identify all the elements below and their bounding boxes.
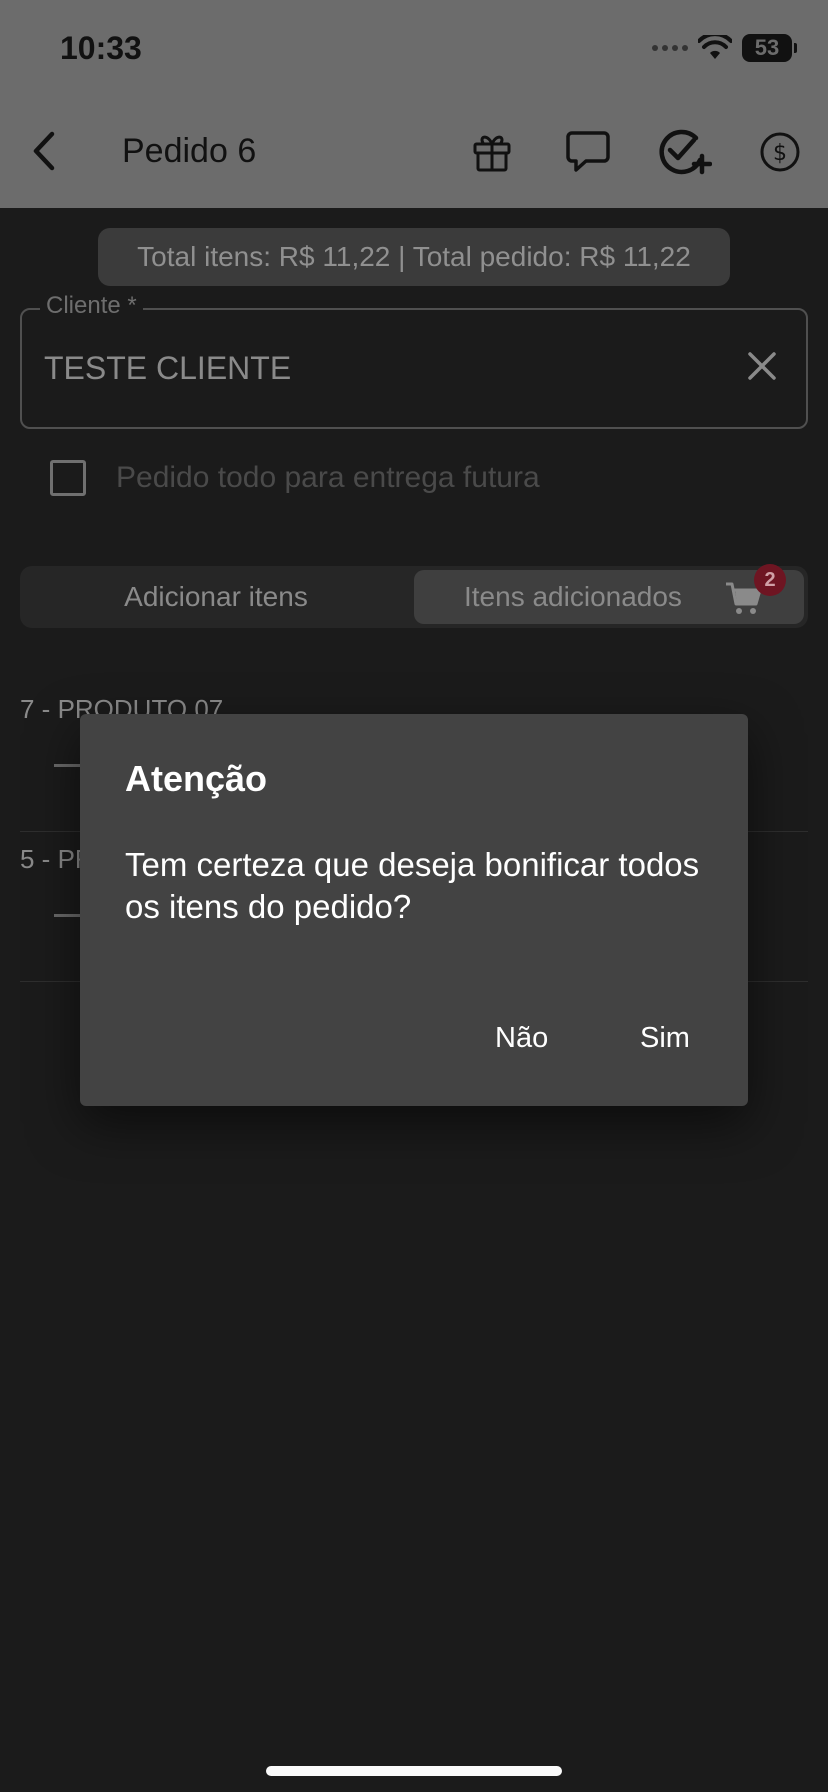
battery-icon: 53 xyxy=(742,34,797,62)
yes-button[interactable]: Sim xyxy=(628,1014,702,1062)
comment-button[interactable] xyxy=(560,124,616,180)
check-circle-plus-icon xyxy=(659,129,712,175)
home-indicator[interactable] xyxy=(266,1766,562,1776)
future-delivery-row: Pedido todo para entrega futura xyxy=(50,460,540,496)
client-label: Cliente * xyxy=(40,292,143,320)
client-value: TESTE CLIENTE xyxy=(44,350,292,386)
status-time: 10:33 xyxy=(60,30,142,66)
dialog-title: Atenção xyxy=(125,758,268,799)
cart-count-badge: 2 xyxy=(754,564,786,596)
app-bar: Pedido 6 $ xyxy=(0,96,828,208)
items-segment: Adicionar itens Itens adicionados 2 xyxy=(20,564,808,628)
tab-added-items[interactable]: Itens adicionados 2 xyxy=(414,564,804,624)
page-title: Pedido 6 xyxy=(122,132,257,170)
dollar-circle-icon: $ xyxy=(760,132,800,172)
minus-icon[interactable] xyxy=(54,914,82,917)
tab-add-items[interactable]: Adicionar itens xyxy=(20,566,412,628)
status-icons: 53 xyxy=(652,34,797,62)
minus-icon[interactable] xyxy=(54,764,82,767)
chevron-left-icon xyxy=(33,131,55,171)
dialog-message: Tem certeza que deseja bonificar todos o… xyxy=(125,846,700,925)
confirm-dialog: Atenção Tem certeza que deseja bonificar… xyxy=(80,714,748,1106)
future-delivery-label: Pedido todo para entrega futura xyxy=(116,461,540,494)
gift-icon xyxy=(473,135,511,172)
svg-text:$: $ xyxy=(773,141,787,166)
client-field[interactable]: Cliente * TESTE CLIENTE xyxy=(20,292,808,429)
gift-button[interactable] xyxy=(464,124,520,180)
order-totals: Total itens: R$ 11,22 | Total pedido: R$… xyxy=(98,228,730,286)
money-button[interactable]: $ xyxy=(752,124,808,180)
chat-bubble-icon xyxy=(566,131,610,172)
future-delivery-checkbox[interactable] xyxy=(50,460,86,496)
no-button[interactable]: Não xyxy=(483,1014,560,1062)
back-button[interactable] xyxy=(26,126,62,176)
signal-icon xyxy=(652,45,688,51)
tab-add-items-label: Adicionar itens xyxy=(124,581,308,612)
tab-added-items-label: Itens adicionados xyxy=(464,581,682,612)
status-bar: 10:33 53 xyxy=(0,0,828,96)
clear-client-button[interactable] xyxy=(746,350,778,382)
close-icon xyxy=(748,352,776,380)
check-add-button[interactable] xyxy=(656,124,712,180)
wifi-icon xyxy=(698,35,732,59)
